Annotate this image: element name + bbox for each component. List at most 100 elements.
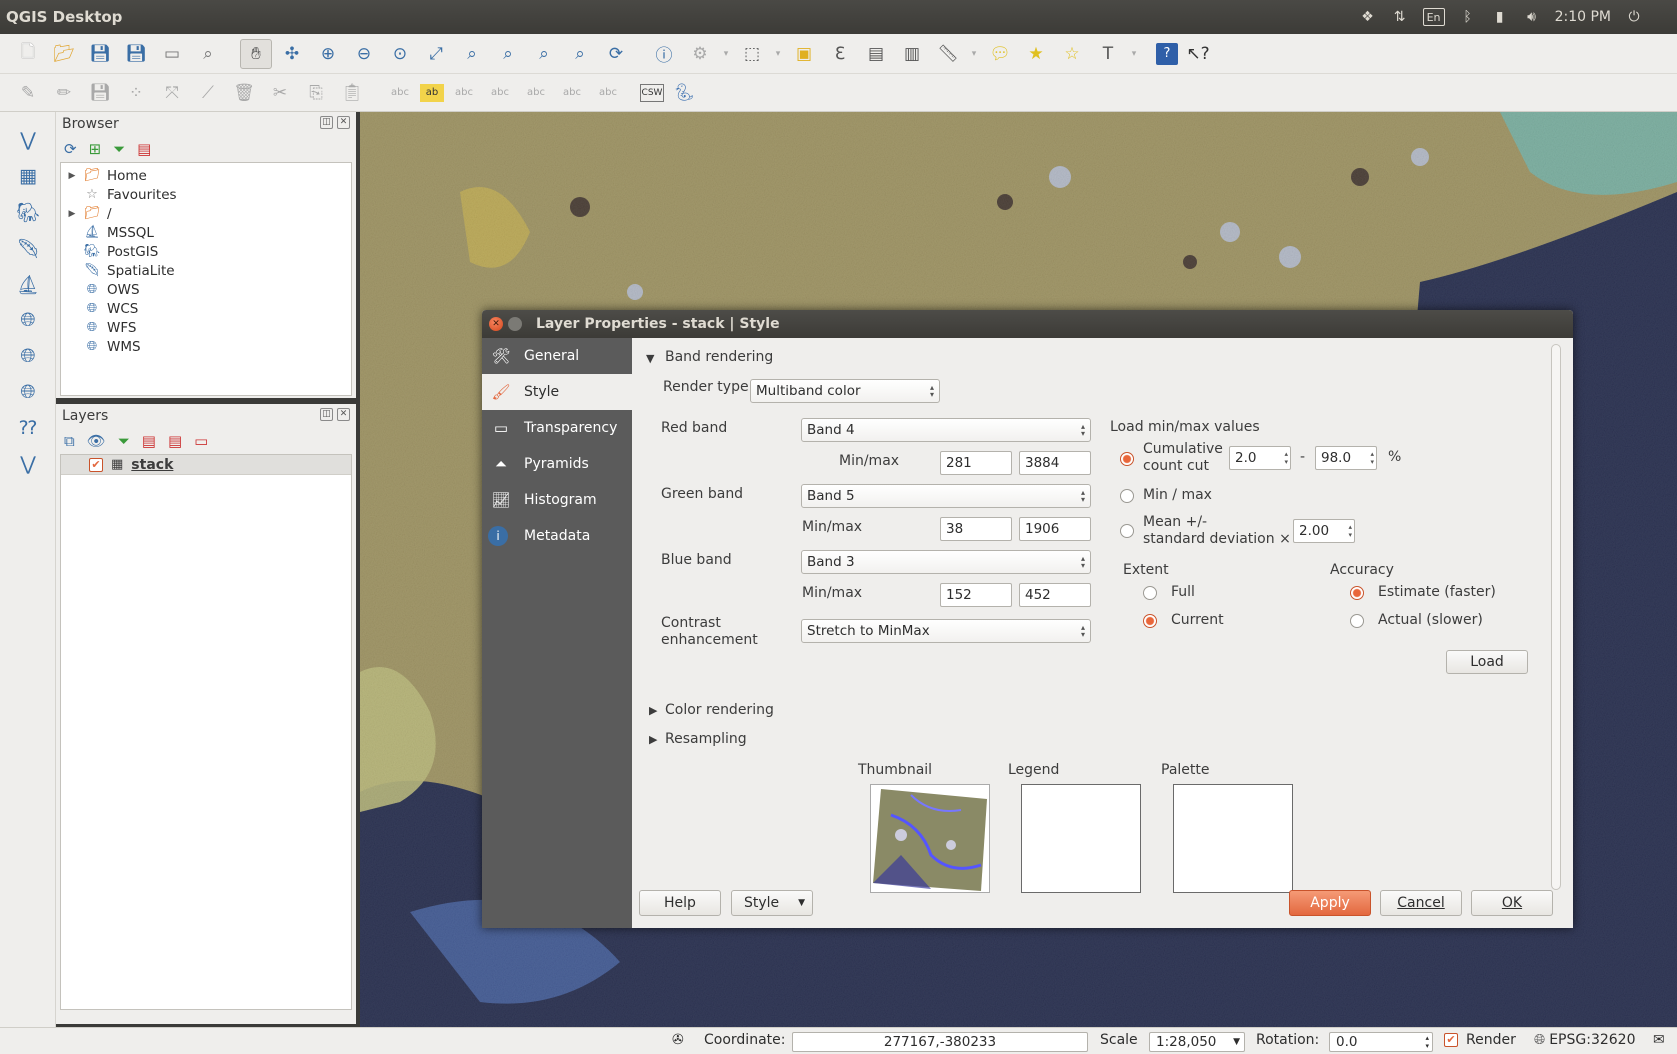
filter-icon[interactable]: ⏷ <box>113 140 125 158</box>
add-wfs-layer-icon[interactable]: 🌐︎ <box>0 374 56 410</box>
collapse-triangle-icon[interactable]: ▼ <box>646 352 654 365</box>
pan-to-selection-icon[interactable]: ✣ <box>276 39 308 69</box>
blue-max-input[interactable]: 452 <box>1019 583 1091 607</box>
composer-manager-icon[interactable]: ⌕ <box>192 39 224 69</box>
select-features-icon[interactable]: ⬚ <box>736 39 768 69</box>
paste-features-icon[interactable]: 📋︎ <box>336 78 368 108</box>
deselect-icon[interactable]: ▣ <box>788 39 820 69</box>
move-feature-icon[interactable]: ⤧ <box>156 78 188 108</box>
red-min-input[interactable]: 281 <box>940 451 1012 475</box>
float-panel-icon[interactable]: ◫ <box>320 408 333 421</box>
help-contents-icon[interactable]: ? <box>1156 42 1178 65</box>
collapse-all-icon[interactable]: ▤ <box>168 432 182 450</box>
sidebar-item-metadata[interactable]: i Metadata <box>482 518 632 554</box>
green-band-select[interactable]: Band 5 ▴ ▾ <box>801 484 1091 508</box>
label-icon[interactable]: abc <box>384 78 416 108</box>
collapse-all-icon[interactable]: ▤ <box>137 140 151 158</box>
add-vector-layer-icon[interactable]: ⋁ <box>0 122 56 158</box>
layer-item[interactable]: ✔ ▦ stack <box>61 455 351 475</box>
delete-selected-icon[interactable]: 🗑︎ <box>228 78 260 108</box>
action-dropdown-icon[interactable]: ▾ <box>720 39 732 69</box>
annotation-dropdown-icon[interactable]: ▾ <box>1128 39 1140 69</box>
browser-tree[interactable]: ▶ 📁︎ Home ☆ Favourites ▶ 📁︎ / ⛵︎ MSSQL 🐘︎ PostGIS 🪶︎… <box>60 162 352 396</box>
add-delimited-text-icon[interactable]: ⁇ <box>0 410 56 446</box>
browser-item[interactable]: 🌐︎ WCS <box>61 299 351 318</box>
render-type-select[interactable]: Multiband color ▴ ▾ <box>750 379 940 403</box>
current-edits-icon[interactable]: ✏ <box>48 78 80 108</box>
layers-tree[interactable]: ✔ ▦ stack <box>60 454 352 1010</box>
zoom-out-icon[interactable]: ⊖ <box>348 39 380 69</box>
add-raster-layer-icon[interactable]: ▦ <box>0 158 56 194</box>
python-console-icon[interactable]: 🐍︎ <box>668 78 700 108</box>
browser-item[interactable]: 🌐︎ WFS <box>61 318 351 337</box>
csw-icon[interactable]: CSW <box>640 83 664 102</box>
extent-full-radio[interactable] <box>1143 586 1157 600</box>
refresh-icon[interactable]: ⟳ <box>600 39 632 69</box>
crs-button[interactable]: EPSG:32620 <box>1549 1032 1635 1048</box>
clock[interactable]: 2:10 PM <box>1555 9 1611 25</box>
toggle-editing-icon[interactable]: ✎ <box>12 78 44 108</box>
render-checkbox[interactable]: ✔ <box>1444 1033 1458 1047</box>
zoom-last-icon[interactable]: ⌕ <box>528 39 560 69</box>
browser-item[interactable]: ▶ 📁︎ Home <box>61 166 351 185</box>
expand-triangle-icon[interactable]: ▶ <box>649 704 657 717</box>
layer-visibility-checkbox[interactable]: ✔ <box>89 457 103 472</box>
move-label-icon[interactable]: abc <box>520 78 552 108</box>
sidebar-item-general[interactable]: 🛠︎ General <box>482 338 632 374</box>
copy-features-icon[interactable]: ⎘ <box>300 78 332 108</box>
sidebar-item-transparency[interactable]: ▭ Transparency <box>482 410 632 446</box>
green-max-input[interactable]: 1906 <box>1019 517 1091 541</box>
identify-icon[interactable]: ⓘ <box>648 39 680 69</box>
new-shapefile-icon[interactable]: ⋁ <box>0 446 56 482</box>
accuracy-actual-radio[interactable] <box>1350 614 1364 628</box>
save-as-icon[interactable]: 💾︎ <box>120 39 152 69</box>
blue-band-select[interactable]: Band 3 ▴ ▾ <box>801 550 1091 574</box>
add-feature-icon[interactable]: ⁘ <box>120 78 152 108</box>
save-project-icon[interactable]: 💾︎ <box>84 39 116 69</box>
browser-item[interactable]: 🐘︎ PostGIS <box>61 242 351 261</box>
rotate-label-icon[interactable]: abc <box>556 78 588 108</box>
add-wcs-layer-icon[interactable]: 🌐︎ <box>0 338 56 374</box>
rotation-spinbox[interactable]: 0.0 ▴ ▾ <box>1329 1032 1433 1052</box>
apply-button[interactable]: Apply <box>1289 890 1371 916</box>
add-postgis-layer-icon[interactable]: 🐘︎ <box>0 194 56 230</box>
add-wms-layer-icon[interactable]: 🌐︎ <box>0 302 56 338</box>
browser-item[interactable]: 🌐︎ OWS <box>61 280 351 299</box>
bluetooth-icon[interactable]: ᛒ <box>1459 8 1477 26</box>
layer-labeling-icon[interactable]: ab <box>420 83 444 102</box>
open-project-icon[interactable]: 📂︎ <box>48 39 80 69</box>
pan-map-icon[interactable]: ✋︎ <box>240 38 272 69</box>
extent-current-radio[interactable] <box>1143 614 1157 628</box>
ok-button[interactable]: OK <box>1471 890 1553 916</box>
new-bookmark-icon[interactable]: ★ <box>1020 39 1052 69</box>
expand-triangle-icon[interactable]: ▶ <box>649 733 657 746</box>
scale-combo[interactable]: 1:28,050 ▼ <box>1149 1032 1245 1052</box>
red-max-input[interactable]: 3884 <box>1019 451 1091 475</box>
zoom-to-layer-icon[interactable]: ⌕ <box>492 39 524 69</box>
accuracy-estimate-radio[interactable] <box>1350 586 1364 600</box>
blue-min-input[interactable]: 152 <box>940 583 1012 607</box>
new-project-icon[interactable]: 🗋 <box>12 39 44 69</box>
cut-high-spinbox[interactable]: 98.0 ▴ ▾ <box>1315 446 1377 470</box>
open-layer-styling-icon[interactable]: ⧉ <box>64 432 75 450</box>
float-panel-icon[interactable]: ◫ <box>320 116 333 129</box>
measure-icon[interactable]: 📏︎ <box>932 39 964 69</box>
measure-dropdown-icon[interactable]: ▾ <box>968 39 980 69</box>
save-edits-icon[interactable]: 💾︎ <box>84 78 116 108</box>
add-selected-layers-icon[interactable]: ⊞ <box>89 140 102 158</box>
zoom-in-icon[interactable]: ⊕ <box>312 39 344 69</box>
mean-stddev-radio[interactable] <box>1120 524 1134 538</box>
contrast-enhancement-select[interactable]: Stretch to MinMax ▴ ▾ <box>801 619 1091 643</box>
minmax-radio[interactable] <box>1120 489 1134 503</box>
cancel-button[interactable]: Cancel <box>1380 890 1462 916</box>
sidebar-item-histogram[interactable]: 📈︎ Histogram <box>482 482 632 518</box>
cumulative-radio[interactable] <box>1120 452 1134 466</box>
browser-item[interactable]: ☆ Favourites <box>61 185 351 204</box>
color-rendering-header[interactable]: Color rendering <box>665 702 774 718</box>
remove-layer-icon[interactable]: ▭ <box>194 432 208 450</box>
zoom-native-icon[interactable]: ⊙ <box>384 39 416 69</box>
browser-item[interactable]: 🪶︎ SpatiaLite <box>61 261 351 280</box>
show-hide-labels-icon[interactable]: abc <box>484 78 516 108</box>
vertical-scrollbar[interactable] <box>1551 344 1561 890</box>
zoom-next-icon[interactable]: ⌕ <box>564 39 596 69</box>
